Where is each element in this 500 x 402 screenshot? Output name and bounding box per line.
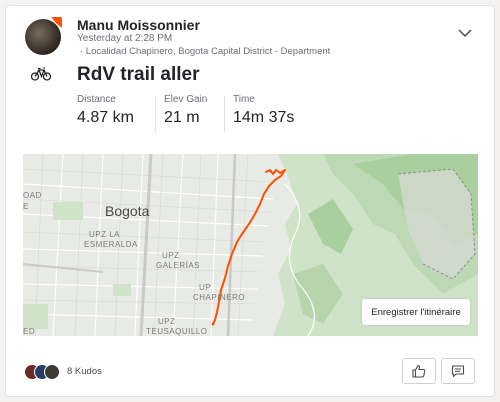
athlete-name[interactable]: Manu Moissonnier xyxy=(77,17,200,33)
map-city-label: Bogota xyxy=(105,203,150,219)
map-label: TEUSAQUILLO xyxy=(146,327,208,336)
stat-label: Distance xyxy=(77,94,116,105)
stat-divider xyxy=(155,96,156,132)
kudos-avatars[interactable] xyxy=(24,364,68,380)
map-label: UPZ LA xyxy=(89,230,121,239)
activity-title[interactable]: RdV trail aller xyxy=(77,64,200,86)
stat-value: 4.87 km xyxy=(77,109,134,126)
give-kudos-button[interactable] xyxy=(402,358,436,384)
subscriber-badge-icon xyxy=(51,17,62,28)
stat-time: Time 14m 37s xyxy=(233,94,294,127)
map-label: OAD xyxy=(23,191,42,200)
map-label: UP xyxy=(199,283,212,292)
activity-timestamp: Yesterday at 2:28 PM xyxy=(77,33,173,44)
comment-icon xyxy=(451,365,465,378)
comment-button[interactable] xyxy=(441,358,475,384)
stat-distance: Distance 4.87 km xyxy=(77,94,134,127)
map-label: E xyxy=(23,202,29,211)
kudos-count[interactable]: 8 Kudos xyxy=(67,366,102,377)
stat-value: 21 m xyxy=(164,109,200,126)
map-label: GALERÍAS xyxy=(156,261,201,270)
stat-label: Time xyxy=(233,94,255,105)
kudo-avatar xyxy=(44,364,60,380)
thumbs-up-icon xyxy=(412,364,426,378)
map-label: UPZ xyxy=(162,251,180,260)
map-label: UPZ xyxy=(158,317,176,326)
map-label: ESMERALDA xyxy=(84,240,138,249)
activity-card: Manu Moissonnier Yesterday at 2:28 PM · … xyxy=(5,5,495,397)
map-label: ED xyxy=(23,327,36,336)
map-label: CHAPINERO xyxy=(193,293,246,302)
bike-icon xyxy=(31,67,51,81)
route-map[interactable]: OAD E Bogota UPZ LA ESMERALDA UPZ GALERÍ… xyxy=(23,154,478,336)
activity-location: · Localidad Chapinero, Bogota Capital Di… xyxy=(80,46,331,57)
stat-elev-gain: Elev Gain 21 m xyxy=(164,94,207,127)
athlete-avatar[interactable] xyxy=(25,17,62,55)
stat-divider xyxy=(224,96,225,132)
stat-label: Elev Gain xyxy=(164,94,208,105)
chevron-down-icon[interactable] xyxy=(457,25,473,41)
stat-value: 14m 37s xyxy=(233,109,295,126)
save-route-button[interactable]: Enregistrer l'itinéraire xyxy=(362,299,470,325)
